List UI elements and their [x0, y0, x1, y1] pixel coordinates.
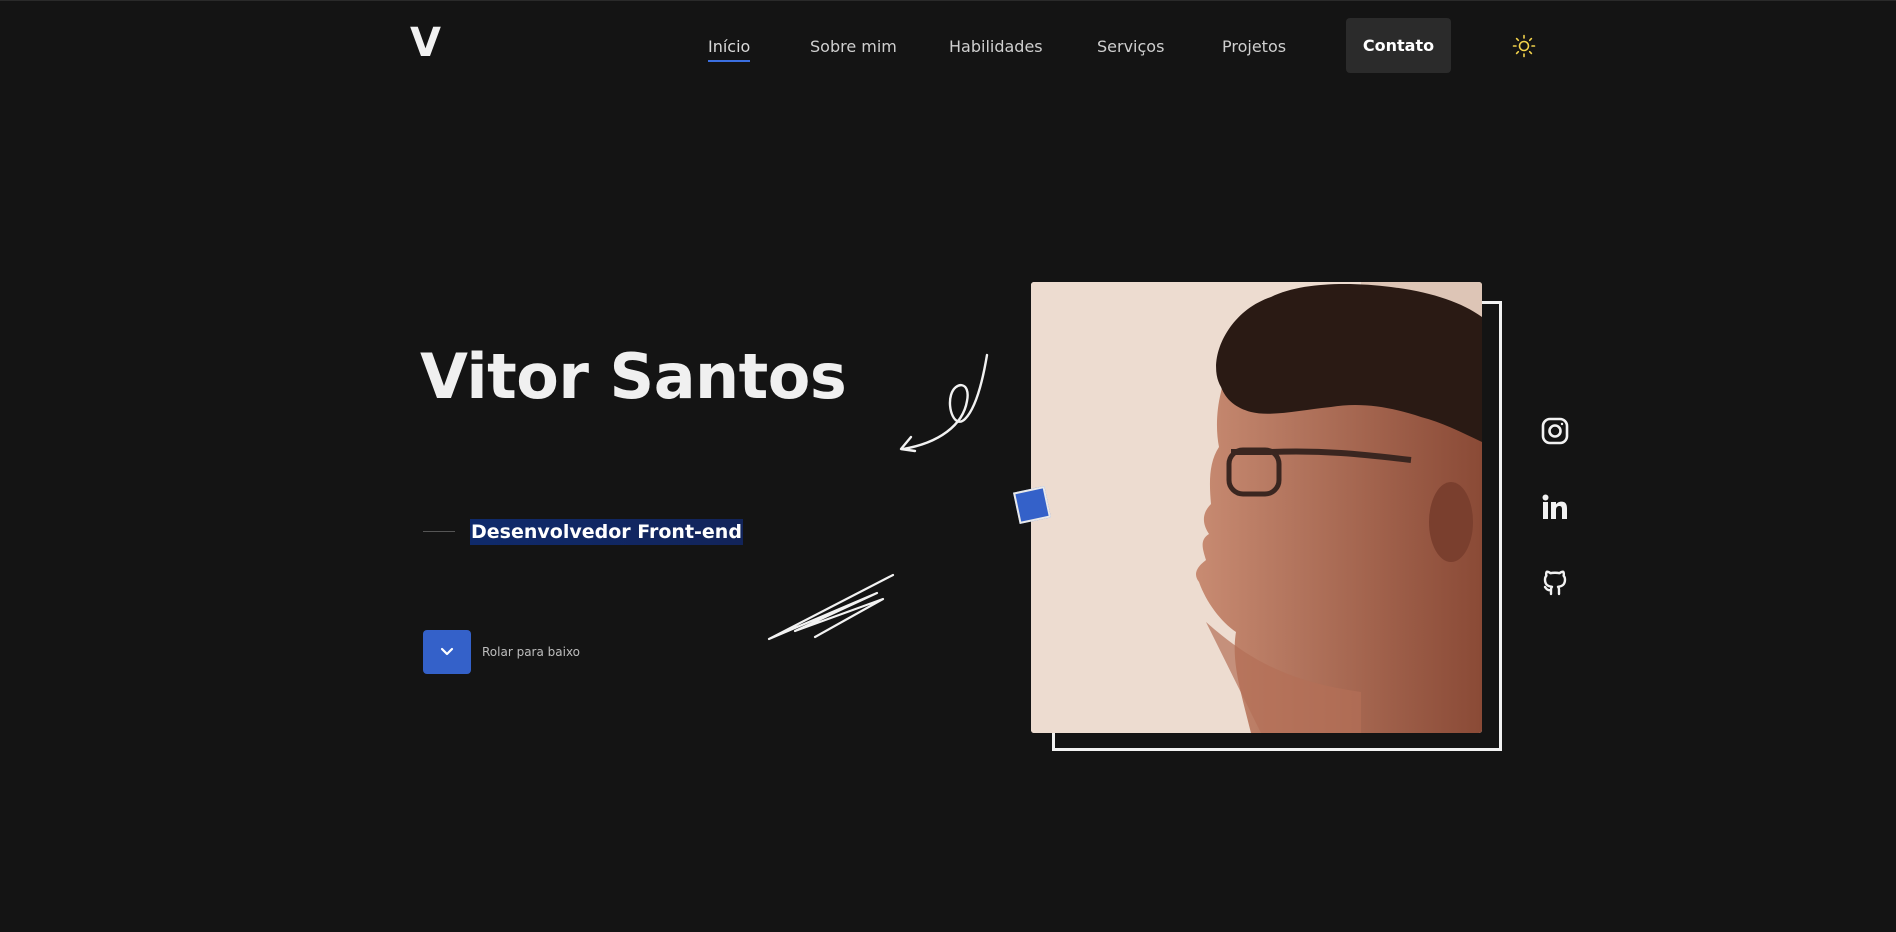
decorative-scribble: [767, 573, 895, 641]
nav-item-projetos[interactable]: Projetos: [1222, 37, 1286, 57]
nav-item-inicio[interactable]: Início: [708, 37, 751, 62]
hero-name: Vitor Santos: [420, 340, 847, 413]
github-link[interactable]: [1540, 567, 1570, 597]
decorative-curly-arrow: [899, 353, 989, 453]
linkedin-link[interactable]: [1540, 492, 1570, 522]
logo[interactable]: V: [410, 23, 441, 63]
nav-item-sobre-mim[interactable]: Sobre mim: [810, 37, 897, 57]
chevron-down-icon: [440, 647, 454, 656]
portrait-illustration: [1031, 282, 1482, 733]
github-icon: [1543, 570, 1567, 596]
profile-photo: [1031, 282, 1482, 733]
instagram-icon: [1541, 417, 1569, 445]
page: V Início Sobre mim Habilidades Serviços …: [0, 0, 1896, 932]
instagram-link[interactable]: [1540, 416, 1570, 446]
theme-toggle-button[interactable]: [1512, 34, 1536, 58]
decorative-blue-square: [1013, 486, 1051, 524]
scroll-down-label: Rolar para baixo: [482, 645, 581, 659]
scroll-down-button[interactable]: [423, 630, 471, 674]
nav-item-habilidades[interactable]: Habilidades: [949, 37, 1043, 57]
subtitle-divider: [423, 531, 455, 532]
sun-icon: [1512, 34, 1536, 58]
hero-subtitle: Desenvolvedor Front-end: [470, 519, 743, 545]
nav-item-servicos[interactable]: Serviços: [1097, 37, 1164, 57]
linkedin-icon: [1542, 494, 1567, 519]
contact-button[interactable]: Contato: [1346, 18, 1451, 73]
